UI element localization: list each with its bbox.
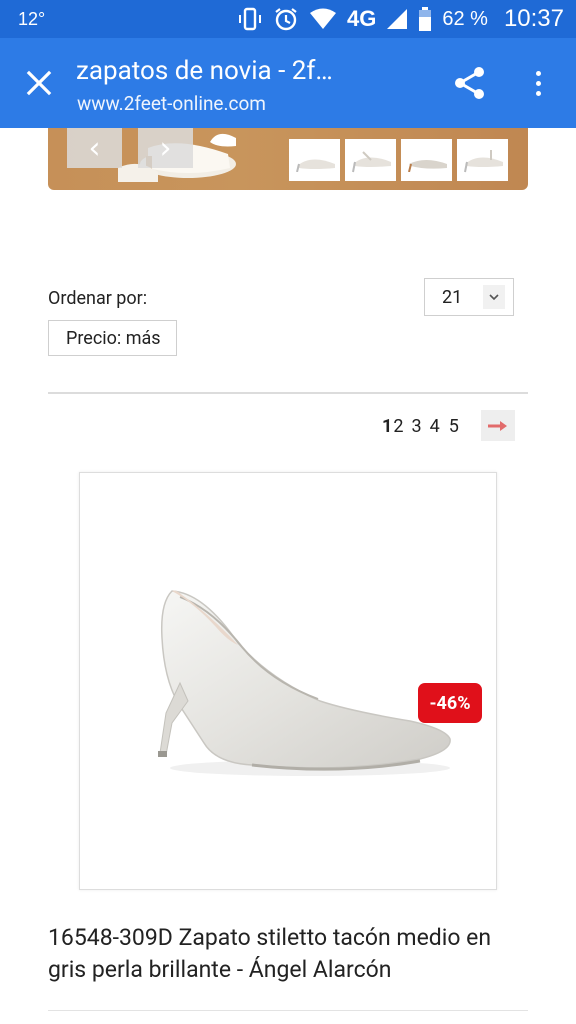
divider	[48, 392, 528, 394]
product-image	[158, 590, 451, 776]
thumbnail[interactable]	[457, 139, 508, 181]
thumbnail[interactable]	[401, 139, 452, 181]
per-page-value: 21	[442, 287, 463, 308]
per-page-select[interactable]: 21	[424, 278, 514, 316]
page-url: www.2feet-online.com	[77, 92, 266, 115]
divider	[48, 1010, 528, 1011]
page-link-2[interactable]: 2	[393, 416, 403, 437]
wifi-icon	[309, 8, 337, 30]
custom-tab-toolbar: zapatos de novia - 2f… www.2feet-online.…	[0, 38, 576, 128]
alarm-icon	[273, 6, 299, 32]
temperature-text: 12°	[18, 9, 46, 29]
sort-label: Ordenar por:	[48, 288, 148, 309]
arrow-right-icon	[488, 420, 507, 431]
discount-badge: -46%	[418, 683, 482, 723]
status-icons: 4G 62 % 10:37	[237, 0, 564, 38]
status-bar: 12° 4G 62 % 10:37	[0, 0, 576, 38]
page-link-5[interactable]: 5	[449, 416, 459, 437]
next-page-button[interactable]	[481, 410, 515, 441]
page-title: zapatos de novia - 2f…	[76, 56, 333, 86]
more-vert-icon[interactable]	[528, 65, 548, 101]
page-link-4[interactable]: 4	[430, 416, 440, 437]
sort-dropdown[interactable]: Precio: más	[48, 320, 177, 356]
pagination: 1 2 3 4 5	[382, 414, 459, 438]
network-type: 4G	[346, 6, 377, 31]
banner-carousel: ‹ ›	[48, 128, 528, 190]
thumbnail[interactable]	[289, 139, 340, 181]
carousel-next-button[interactable]: ›	[138, 128, 193, 168]
close-icon[interactable]	[20, 64, 58, 102]
clock: 10:37	[503, 5, 564, 32]
share-icon[interactable]	[452, 65, 488, 101]
carousel-thumbnails	[289, 139, 508, 181]
battery-icon	[418, 7, 432, 31]
product-card[interactable]: -46%	[79, 472, 497, 890]
signal-icon	[386, 8, 408, 30]
product-title[interactable]: 16548-309D Zapato stiletto tacón medio e…	[48, 922, 528, 986]
chevron-down-icon	[483, 285, 505, 309]
page-link-1[interactable]: 1	[382, 416, 392, 437]
battery-percent: 62 %	[442, 7, 488, 30]
vibrate-icon	[237, 7, 263, 31]
thumbnail[interactable]	[345, 139, 396, 181]
page-link-3[interactable]: 3	[411, 416, 421, 437]
carousel-prev-button[interactable]: ‹	[67, 128, 122, 168]
